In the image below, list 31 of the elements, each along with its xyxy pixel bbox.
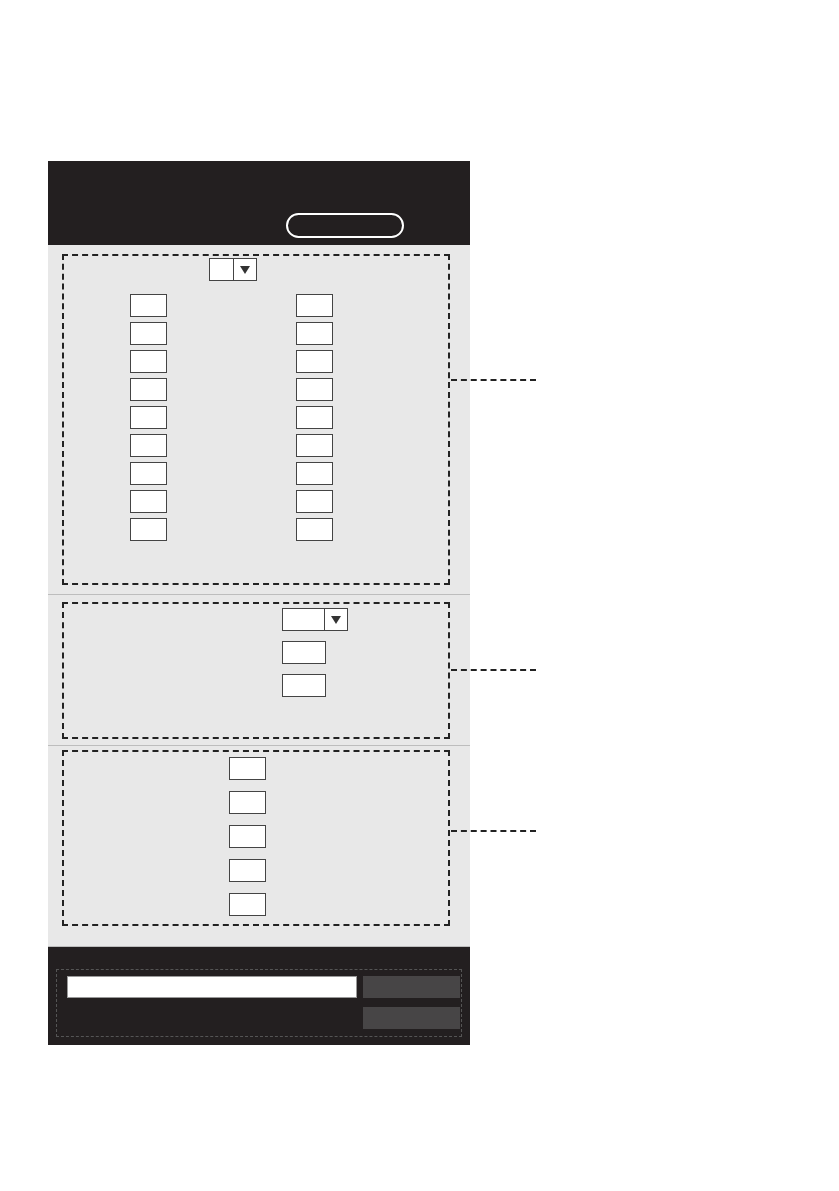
input-field[interactable]: [130, 322, 167, 345]
text-input-field[interactable]: [67, 976, 357, 998]
input-field[interactable]: [229, 859, 266, 882]
input-field[interactable]: [130, 350, 167, 373]
input-field[interactable]: [229, 893, 266, 916]
input-field[interactable]: [130, 294, 167, 317]
input-field[interactable]: [229, 791, 266, 814]
dropdown[interactable]: [282, 608, 348, 631]
input-field[interactable]: [282, 641, 326, 664]
caret-icon: [240, 265, 250, 274]
input-field[interactable]: [130, 434, 167, 457]
input-field[interactable]: [130, 490, 167, 513]
input-field[interactable]: [130, 518, 167, 541]
pill-button[interactable]: [286, 213, 404, 238]
input-field[interactable]: [296, 434, 333, 457]
input-field[interactable]: [130, 462, 167, 485]
input-field[interactable]: [296, 518, 333, 541]
input-field[interactable]: [296, 322, 333, 345]
input-field[interactable]: [229, 757, 266, 780]
input-field[interactable]: [296, 406, 333, 429]
caret-icon: [331, 615, 341, 624]
input-field[interactable]: [296, 378, 333, 401]
input-field[interactable]: [296, 462, 333, 485]
dropdown[interactable]: [209, 258, 257, 281]
input-field[interactable]: [229, 825, 266, 848]
input-field[interactable]: [296, 350, 333, 373]
input-field[interactable]: [130, 378, 167, 401]
input-field[interactable]: [296, 490, 333, 513]
input-field[interactable]: [130, 406, 167, 429]
input-field[interactable]: [296, 294, 333, 317]
input-field[interactable]: [282, 674, 326, 697]
